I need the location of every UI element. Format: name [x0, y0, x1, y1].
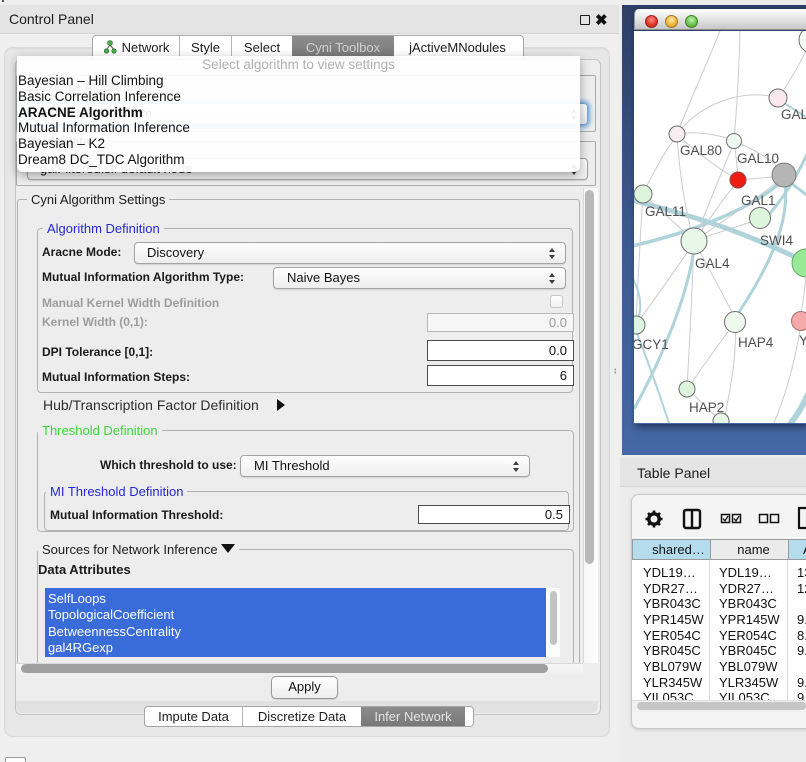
svg-text:GCY1: GCY1	[634, 337, 669, 352]
svg-text:HAP2: HAP2	[689, 400, 724, 415]
svg-text:GAL4: GAL4	[695, 256, 730, 271]
svg-text:GAL7: GAL7	[781, 107, 806, 122]
svg-text:YM: YM	[799, 333, 806, 348]
svg-text:GAL11: GAL11	[645, 204, 686, 219]
svg-text:GAL1: GAL1	[741, 193, 776, 208]
svg-text:HAP4: HAP4	[738, 335, 774, 350]
svg-text:GAL80: GAL80	[680, 143, 722, 158]
svg-text:GAL10: GAL10	[737, 151, 779, 166]
svg-text:SWI4: SWI4	[760, 233, 793, 248]
